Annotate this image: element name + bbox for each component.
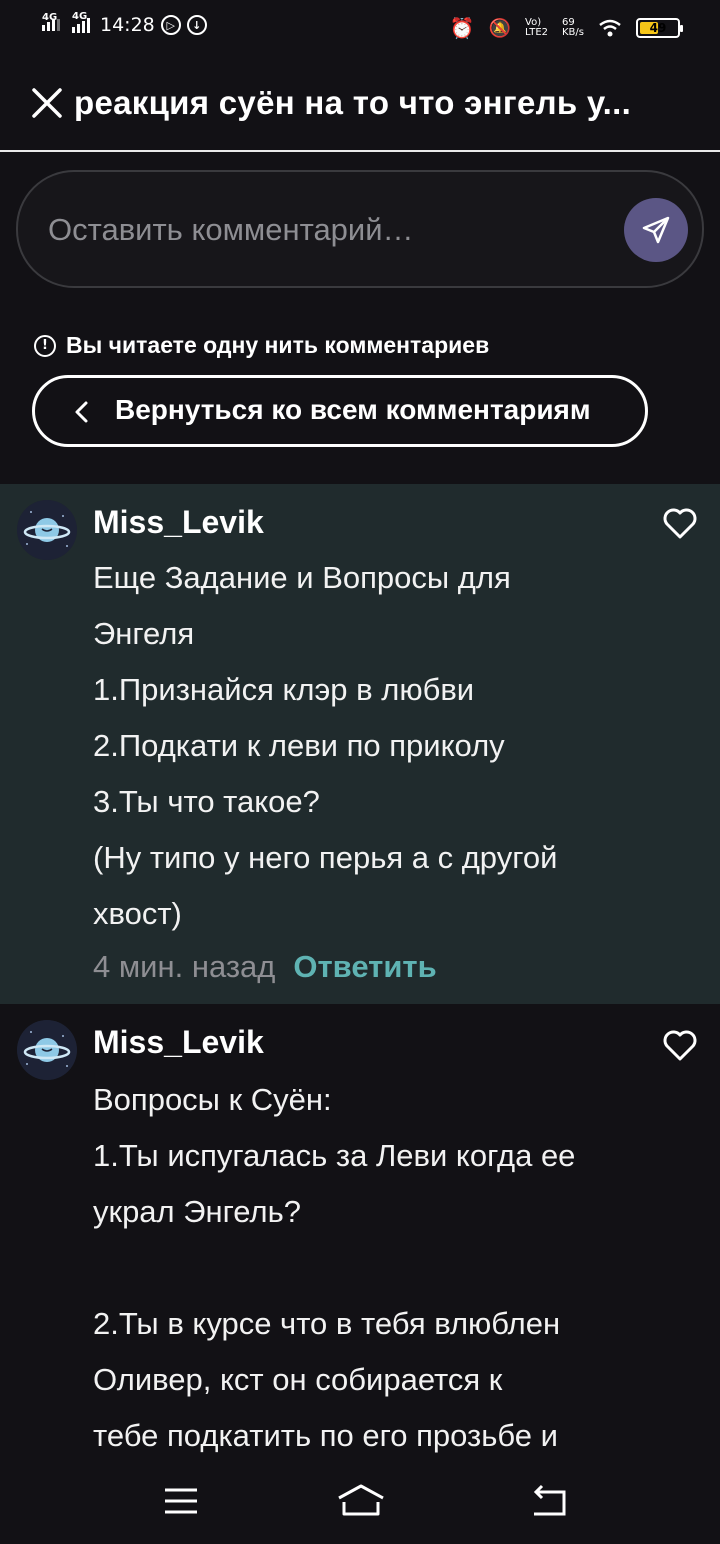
comment-item: Miss_Levik Еще Задание и Вопросы для Энг… [0, 484, 720, 1004]
comment-text-line: Энгеля [93, 616, 195, 651]
send-icon [642, 216, 670, 244]
comment-time: 4 мин. назад [93, 949, 276, 984]
app-notification-icon: ▷ [160, 15, 181, 35]
comment-username[interactable]: Miss_Levik [93, 504, 264, 541]
comment-text-line: 1.Ты испугалась за Леви когда ее [93, 1138, 576, 1173]
chevron-left-icon [75, 401, 88, 423]
volte-icon: Vo) LTE2 [525, 17, 548, 38]
reply-button[interactable]: Ответить [293, 949, 436, 985]
comment-text-line: Оливер, кст он собирается к [93, 1362, 503, 1397]
comment-meta: 4 мин. назад Ответить [93, 949, 437, 985]
menu-icon[interactable] [163, 1486, 199, 1516]
thread-notice-text: Вы читаете одну нить комментариев [66, 332, 490, 358]
comment-input[interactable] [48, 208, 608, 252]
info-icon: ! [34, 334, 56, 357]
back-to-all-comments-label: Вернуться ко всем комментариям [115, 394, 591, 425]
comment-text-line: тебе подкатить по его прозьбе и [93, 1418, 558, 1453]
thread-notice: ! Вы читаете одну нить комментариев [34, 332, 489, 359]
heart-icon[interactable] [662, 506, 698, 540]
close-icon[interactable] [30, 86, 64, 120]
planet-avatar-icon [17, 500, 77, 560]
avatar[interactable] [17, 500, 77, 560]
comment-composer [16, 170, 704, 288]
system-nav-bar [0, 1460, 720, 1544]
comment-text-line: Вопросы к Суён: [93, 1082, 332, 1117]
speed-icon: 69 KB/s [562, 17, 584, 38]
comment-text-line: 2.Подкати к леви по приколу [93, 728, 505, 763]
comment-text-line: 3.Ты что такое? [93, 784, 320, 819]
battery-level: 49 [649, 21, 667, 35]
comment-text-line: хвост) [93, 896, 182, 931]
signal-icon: 4G [42, 12, 60, 31]
back-to-all-comments-button[interactable]: Вернуться ко всем комментариям [32, 375, 648, 447]
home-icon[interactable] [336, 1482, 386, 1518]
comment-text-line: 1.Признайся клэр в любви [93, 672, 475, 707]
send-button[interactable] [624, 198, 688, 262]
comment-text-line: 2.Ты в курсе что в тебя влюблен [93, 1306, 561, 1341]
app-notification-icon-2: ↓ [186, 15, 207, 35]
network-type-1: 4G [42, 12, 58, 23]
page-title: реакция суён на то что энгель у... [74, 84, 632, 121]
battery-icon: 49 [636, 18, 683, 38]
comment-text-line: (Ну типо у него перья а с другой [93, 840, 558, 875]
top-bar: реакция суён на то что энгель у... [0, 56, 720, 152]
status-bar: 4G 4G 14:28 ▷ ↓ ⏰ 🔕 Vo) LTE2 69 KB/s 49 [0, 0, 720, 56]
status-time: 14:28 [100, 14, 155, 36]
comment-text-line: украл Энгель? [93, 1194, 301, 1229]
comment-text-line: Еще Задание и Вопросы для [93, 560, 511, 595]
wifi-icon [599, 19, 621, 37]
back-icon[interactable] [530, 1484, 568, 1518]
planet-avatar-icon [17, 1020, 77, 1080]
alarm-icon: ⏰ [449, 16, 475, 40]
heart-icon[interactable] [662, 1028, 698, 1062]
mute-icon: 🔕 [488, 17, 512, 39]
signal-icon-2: 4G [72, 11, 90, 33]
avatar[interactable] [17, 1020, 77, 1080]
comment-item: Miss_Levik Вопросы к Суён: 1.Ты испугала… [0, 1004, 720, 1460]
network-type-2: 4G [72, 10, 88, 22]
comment-username[interactable]: Miss_Levik [93, 1024, 264, 1061]
